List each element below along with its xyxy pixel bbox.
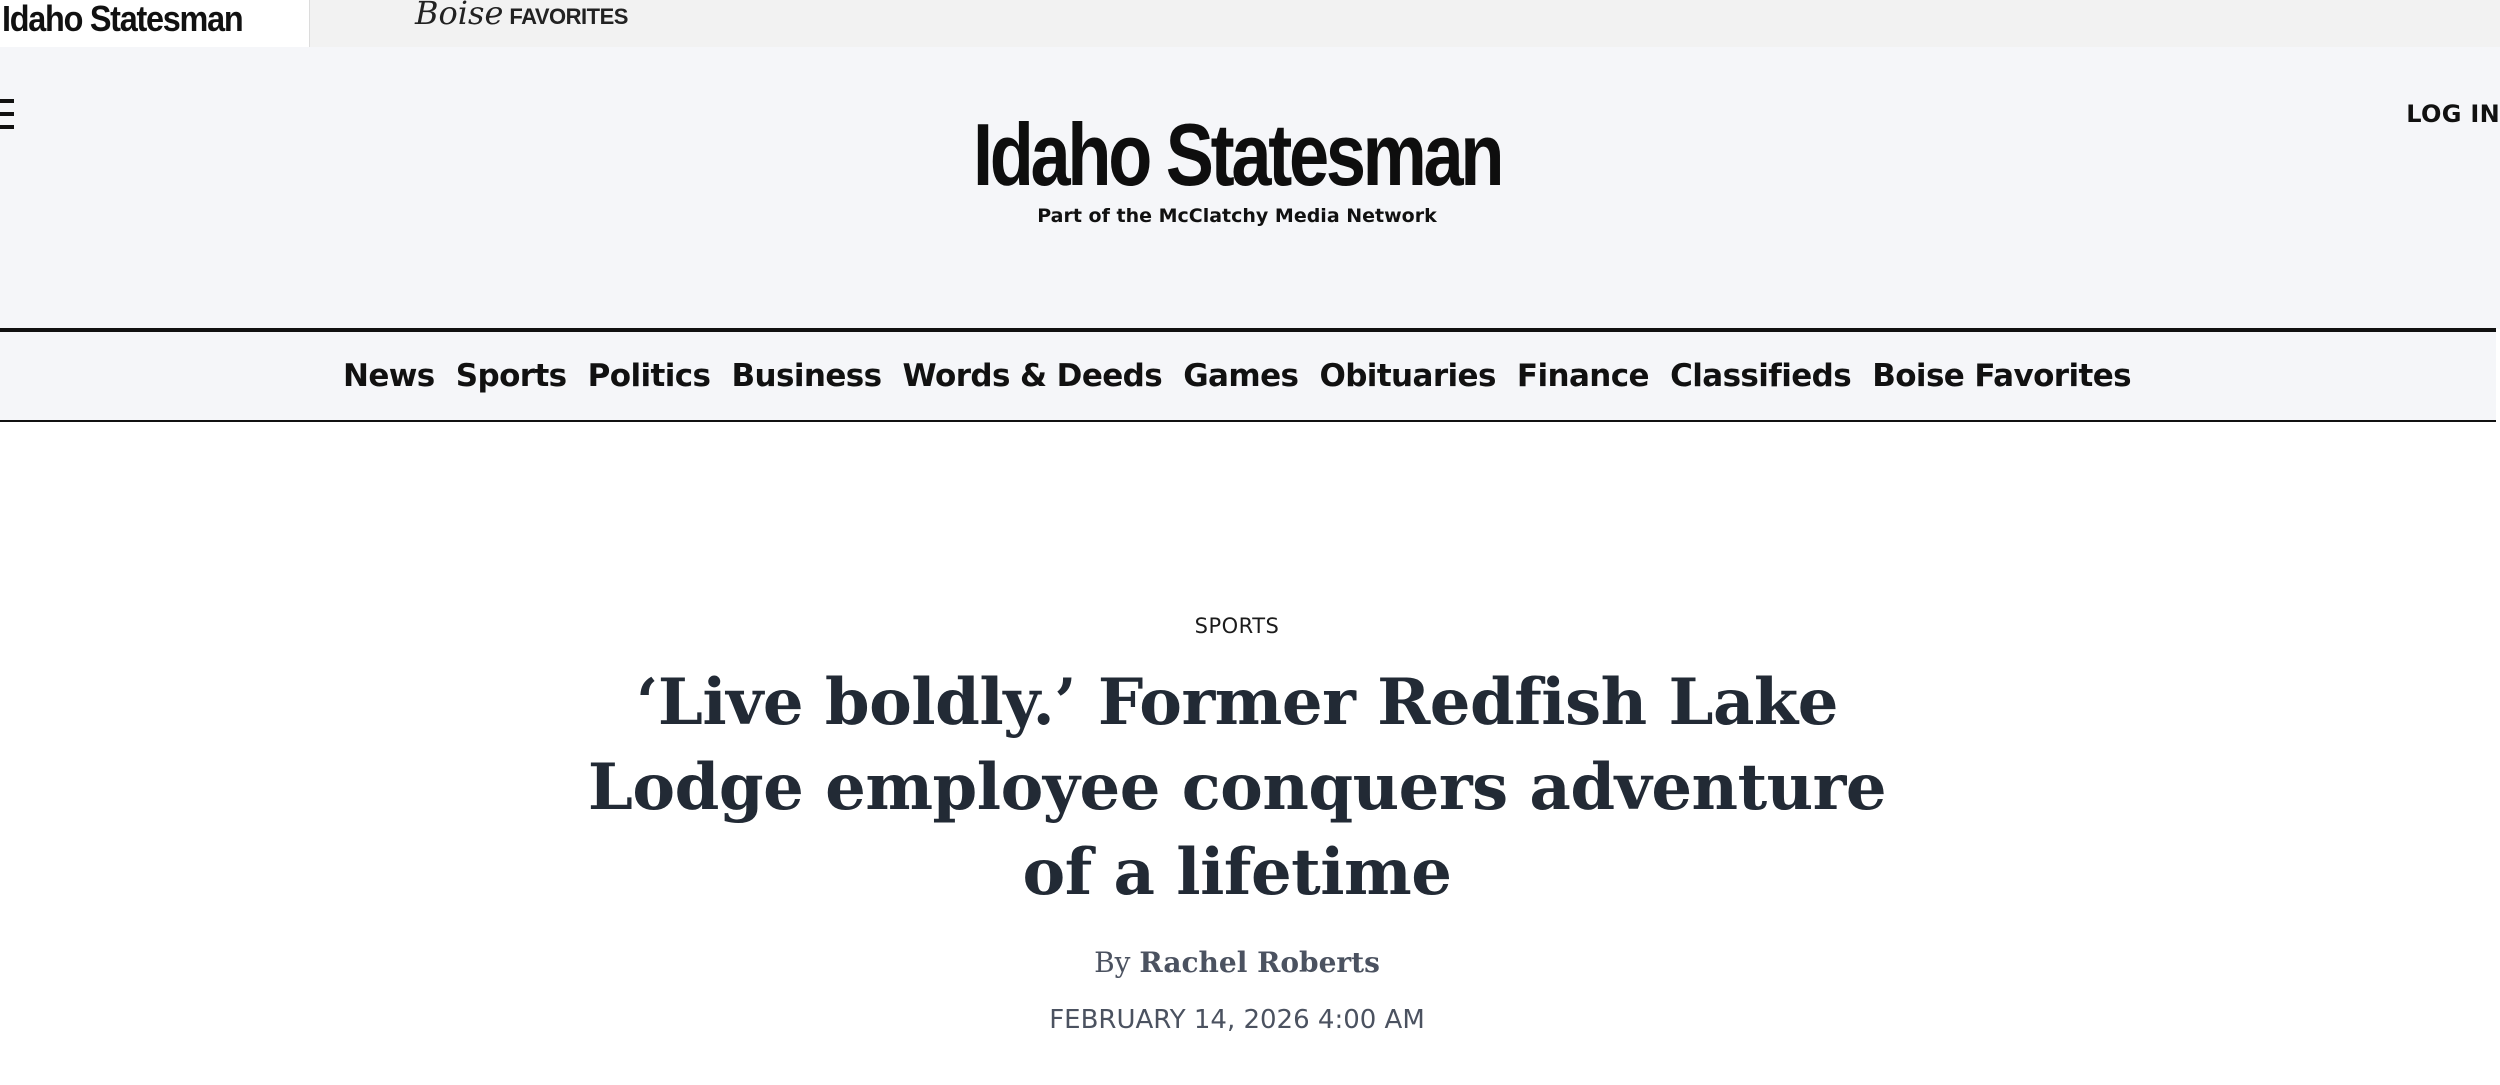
- nav-item-classifieds[interactable]: Classifieds: [1670, 358, 1852, 394]
- site-switcher-bar: Idaho Statesman Boise FAVORITES: [0, 0, 2500, 47]
- nav-item-politics[interactable]: Politics: [588, 358, 711, 394]
- boise-favorites-caps-text: FAVORITES: [509, 4, 628, 29]
- tab-idaho-statesman[interactable]: Idaho Statesman: [0, 0, 310, 47]
- tab-idaho-statesman-label: Idaho Statesman: [2, 0, 244, 39]
- site-logo-text: Idaho Statesman: [972, 105, 1505, 204]
- main-nav: News Sports Politics Business Words & De…: [0, 358, 2474, 394]
- nav-item-business[interactable]: Business: [731, 358, 882, 394]
- nav-item-words-deeds[interactable]: Words & Deeds: [903, 358, 1163, 394]
- author-link[interactable]: Rachel Roberts: [1139, 946, 1379, 979]
- site-logo[interactable]: Idaho Statesman: [0, 111, 2474, 199]
- nav-item-obituaries[interactable]: Obituaries: [1319, 358, 1496, 394]
- boise-favorites-script-text: Boise: [415, 0, 504, 32]
- nav-item-news[interactable]: News: [343, 358, 435, 394]
- tab-boise-favorites[interactable]: Boise FAVORITES: [415, 0, 628, 47]
- nav-bottom-rule: [0, 420, 2496, 422]
- article-byline: By Rachel Roberts: [0, 946, 2474, 979]
- masthead-tagline: Part of the McClatchy Media Network: [1037, 205, 1437, 227]
- nav-item-sports[interactable]: Sports: [456, 358, 567, 394]
- article-section-label[interactable]: SPORTS: [0, 614, 2474, 638]
- byline-prefix: By: [1094, 946, 1131, 979]
- nav-item-finance[interactable]: Finance: [1517, 358, 1650, 394]
- article-date: FEBRUARY 14, 2026 4:00 AM: [1049, 1005, 1425, 1035]
- nav-item-boise-favorites[interactable]: Boise Favorites: [1872, 358, 2131, 394]
- nav-item-games[interactable]: Games: [1183, 358, 1299, 394]
- article-headline: ‘Live boldly.’ Former Redfish Lake Lodge…: [587, 665, 1887, 910]
